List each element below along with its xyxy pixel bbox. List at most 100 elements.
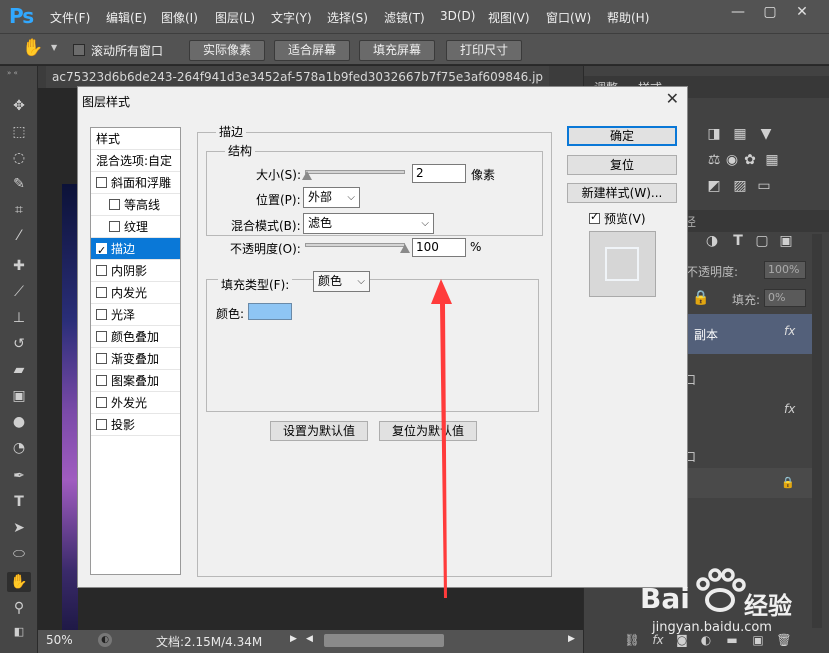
set-default-button[interactable]: 设置为默认值 — [270, 421, 368, 441]
lock-icon[interactable]: 🔒 — [692, 290, 709, 306]
style-checkbox[interactable] — [96, 397, 107, 408]
style-checkbox[interactable] — [96, 375, 107, 386]
minimize-button[interactable]: — — [725, 0, 751, 26]
status-menu-arrow-icon[interactable]: ▶ — [290, 634, 297, 644]
reset-default-button[interactable]: 复位为默认值 — [379, 421, 477, 441]
scroll-left-arrow-icon[interactable]: ◀ — [306, 634, 313, 644]
hand-tool-icon[interactable]: ✋ — [7, 572, 31, 592]
actual-pixels-button[interactable]: 实际像素 — [189, 40, 265, 61]
style-item[interactable]: 纹理 — [91, 216, 180, 238]
blend-options-item[interactable]: 混合选项:自定 — [91, 150, 180, 172]
style-item[interactable]: 斜面和浮雕 — [91, 172, 180, 194]
menu-window[interactable]: 窗口(W) — [546, 9, 591, 26]
style-item[interactable]: 内发光 — [91, 282, 180, 304]
reset-button[interactable]: 复位 — [567, 155, 677, 175]
layer-fill-field[interactable]: 0% — [764, 289, 806, 307]
brush-tool-icon[interactable]: ⟋ — [7, 282, 31, 302]
fit-screen-button[interactable]: 适合屏幕 — [274, 40, 350, 61]
clone-stamp-tool-icon[interactable]: ⊥ — [7, 308, 31, 328]
ok-button[interactable]: 确定 — [567, 126, 677, 146]
new-style-button[interactable]: 新建样式(W)... — [567, 183, 677, 203]
bw-adjust-icon[interactable]: ◉ — [724, 152, 740, 168]
share-icon[interactable]: ◐ — [98, 633, 112, 647]
style-checkbox[interactable] — [96, 331, 107, 342]
style-checkbox[interactable] — [96, 240, 107, 262]
style-item[interactable]: 内阴影 — [91, 260, 180, 282]
menu-edit[interactable]: 编辑(E) — [106, 9, 147, 26]
move-tool-icon[interactable]: ✥ — [7, 96, 31, 116]
crop-tool-icon[interactable]: ⌗ — [7, 200, 31, 220]
preview-check-icon[interactable] — [589, 210, 600, 224]
menu-select[interactable]: 选择(S) — [327, 9, 368, 26]
scroll-right-arrow-icon[interactable]: ▶ — [568, 634, 575, 644]
dialog-close-icon[interactable]: ✕ — [666, 89, 679, 108]
eyedropper-tool-icon[interactable]: ⁄ — [7, 226, 31, 246]
filter-shape-icon[interactable]: ▢ — [754, 233, 770, 249]
layer-fx-icon-2[interactable]: fx — [784, 402, 795, 416]
size-input[interactable]: 2 — [412, 164, 466, 183]
ellipse-tool-icon[interactable]: ⬭ — [7, 544, 31, 564]
menu-layer[interactable]: 图层(L) — [215, 9, 255, 26]
styles-header[interactable]: 样式 — [91, 128, 180, 150]
invert-adjust-icon[interactable]: ◩ — [706, 178, 722, 194]
preview-checkbox[interactable]: 预览(V) — [589, 210, 646, 227]
zoom-level[interactable]: 50% — [46, 633, 73, 647]
lasso-tool-icon[interactable]: ◌ — [7, 148, 31, 168]
curves-adjust-icon[interactable]: ◨ — [706, 126, 722, 142]
style-item[interactable]: 渐变叠加 — [91, 348, 180, 370]
blur-tool-icon[interactable]: ● — [7, 412, 31, 432]
tool-preset-dropdown-icon[interactable]: ▼ — [51, 43, 57, 52]
size-slider[interactable] — [305, 170, 405, 174]
style-item[interactable]: 等高线 — [91, 194, 180, 216]
style-item[interactable]: 颜色叠加 — [91, 326, 180, 348]
lookup-adjust-icon[interactable]: ▦ — [764, 152, 780, 168]
menu-type[interactable]: 文字(Y) — [271, 9, 312, 26]
channel-mixer-adjust-icon[interactable]: ✿ — [742, 152, 758, 168]
print-size-button[interactable]: 打印尺寸 — [446, 40, 522, 61]
menu-file[interactable]: 文件(F) — [50, 9, 90, 26]
filter-smart-icon[interactable]: ▣ — [778, 233, 794, 249]
menu-help[interactable]: 帮助(H) — [607, 9, 649, 26]
panel-collapse-icon[interactable]: » « — [7, 69, 18, 77]
style-item[interactable]: 外发光 — [91, 392, 180, 414]
horizontal-scrollbar[interactable] — [324, 634, 444, 647]
style-checkbox[interactable] — [109, 221, 120, 232]
style-checkbox[interactable] — [109, 199, 120, 210]
menu-3d[interactable]: 3D(D) — [440, 9, 475, 23]
type-tool-icon[interactable]: T — [7, 492, 31, 512]
document-tab[interactable]: ac75323d6b6de243-264f941d3e3452af-578a1b… — [46, 66, 550, 88]
style-item[interactable]: 投影 — [91, 414, 180, 436]
stroke-color-swatch[interactable] — [248, 303, 292, 320]
opacity-slider-thumb[interactable] — [400, 244, 410, 253]
zoom-tool-icon[interactable]: ⚲ — [7, 598, 31, 618]
menu-filter[interactable]: 滤镜(T) — [384, 9, 425, 26]
hand-tool-icon[interactable]: ✋ — [22, 38, 43, 58]
menu-image[interactable]: 图像(I) — [161, 9, 198, 26]
healing-brush-tool-icon[interactable]: ✚ — [7, 256, 31, 276]
layer-name[interactable]: 副本 — [694, 326, 718, 343]
threshold-adjust-icon[interactable]: ▨ — [732, 178, 748, 194]
gradient-tool-icon[interactable]: ▣ — [7, 386, 31, 406]
levels-adjust-icon[interactable]: ▦ — [732, 126, 748, 142]
style-checkbox[interactable] — [96, 419, 107, 430]
pen-tool-icon[interactable]: ✒ — [7, 466, 31, 486]
style-item[interactable]: 光泽 — [91, 304, 180, 326]
dodge-tool-icon[interactable]: ◔ — [7, 438, 31, 458]
style-checkbox[interactable] — [96, 309, 107, 320]
blend-mode-select[interactable]: 滤色 ⌵ — [303, 213, 434, 234]
triangle-adjust-icon[interactable]: ▼ — [758, 126, 774, 142]
filter-pixel-icon[interactable]: ◑ — [704, 233, 720, 249]
layer-opacity-field[interactable]: 100% — [764, 261, 806, 279]
style-checkbox[interactable] — [96, 177, 107, 188]
position-select[interactable]: 外部 ⌵ — [303, 187, 360, 208]
history-brush-tool-icon[interactable]: ↺ — [7, 334, 31, 354]
gradient-map-adjust-icon[interactable]: ▭ — [756, 178, 772, 194]
size-slider-thumb[interactable] — [302, 171, 312, 180]
fill-type-select[interactable]: 颜色 ⌵ — [313, 271, 370, 292]
close-window-button[interactable]: ✕ — [789, 0, 815, 26]
fill-screen-button[interactable]: 填充屏幕 — [359, 40, 435, 61]
style-checkbox[interactable] — [96, 287, 107, 298]
filter-type-icon[interactable]: T — [730, 233, 746, 249]
link-layers-icon[interactable]: ⛓ — [624, 632, 640, 648]
layer-fx-icon[interactable]: fx — [784, 324, 795, 338]
